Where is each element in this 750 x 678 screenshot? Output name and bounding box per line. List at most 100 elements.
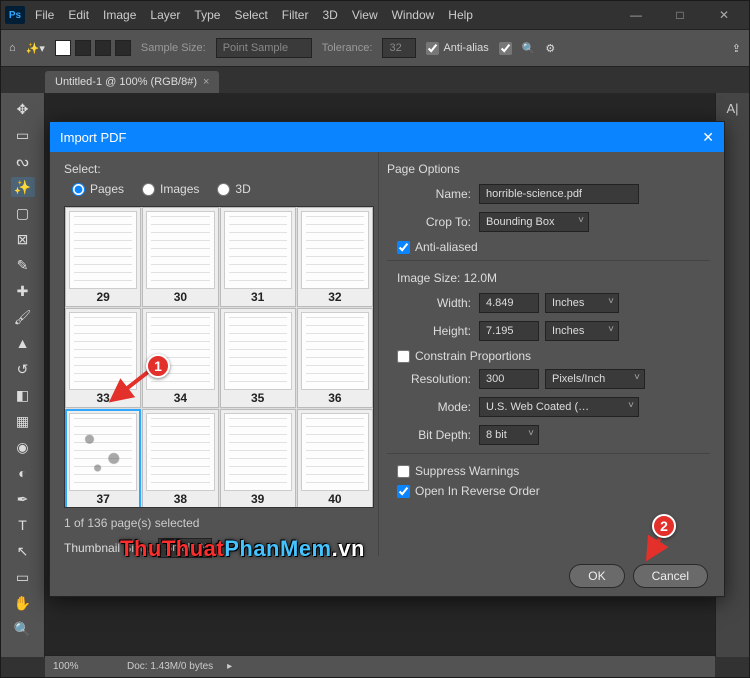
anti-aliased-label: Anti-aliased [415,240,478,254]
dialog-close-icon[interactable]: ✕ [702,129,714,146]
swatch-single-icon[interactable] [55,40,71,56]
menu-edit[interactable]: Edit [68,8,89,22]
page-thumb[interactable]: 32 [297,207,373,307]
anti-alias-checkbox[interactable]: Anti-alias [426,42,488,55]
crop-tool-icon[interactable]: ▢ [11,203,35,223]
eyedropper-tool-icon[interactable]: ✎ [11,255,35,275]
swatch-sub-icon[interactable] [95,40,111,56]
refine-icon[interactable]: ⚙ [545,42,555,55]
width-unit-combo[interactable]: Inches [545,293,619,313]
zoom-level[interactable]: 100% [53,661,113,672]
path-tool-icon[interactable]: ↖ [11,541,35,561]
swatch-add-icon[interactable] [75,40,91,56]
annotation-arrow-2 [642,534,672,564]
tolerance-label: Tolerance: [322,42,373,54]
search-icon[interactable]: 🔍 [522,42,536,55]
brush-tool-icon[interactable]: 🖌 [11,307,35,327]
swatch-int-icon[interactable] [115,40,131,56]
radio-3d[interactable]: 3D [217,182,250,196]
anti-aliased-checkbox[interactable] [397,241,410,254]
radio-images[interactable]: Images [142,182,199,196]
bit-depth-label: Bit Depth: [387,428,473,442]
dialog-left-pane: Select: Pages Images 3D 29 30 31 32 33 3… [50,152,378,556]
page-thumbnail-grid[interactable]: 29 30 31 32 33 34 35 36 37 38 39 40 [64,206,374,508]
menu-image[interactable]: Image [103,8,136,22]
marquee-tool-icon[interactable]: ▭ [11,125,35,145]
height-input[interactable] [479,321,539,341]
window-maximize-icon[interactable]: □ [665,8,695,22]
anti-alias-label: Anti-alias [443,42,488,54]
height-unit-combo[interactable]: Inches [545,321,619,341]
page-thumb[interactable]: 39 [220,409,296,508]
page-thumb[interactable]: 29 [65,207,141,307]
dialog-title-bar[interactable]: Import PDF ✕ [50,122,724,152]
page-thumb[interactable]: 36 [297,308,373,408]
menu-3d[interactable]: 3D [322,8,337,22]
eraser-tool-icon[interactable]: ◧ [11,385,35,405]
contiguous-checkbox[interactable] [499,42,512,55]
page-thumb[interactable]: 38 [142,409,218,508]
page-thumb[interactable]: 35 [220,308,296,408]
chevron-right-icon[interactable]: ▸ [227,661,232,672]
sample-size-label: Sample Size: [141,42,206,54]
name-input[interactable] [479,184,639,204]
type-tool-icon[interactable]: T [11,515,35,535]
move-tool-icon[interactable]: ✥ [11,99,35,119]
page-thumb[interactable]: 31 [220,207,296,307]
magic-wand-tool-icon[interactable]: ✨ [11,177,35,197]
shape-tool-icon[interactable]: ▭ [11,567,35,587]
ok-button[interactable]: OK [569,564,624,588]
menu-help[interactable]: Help [448,8,473,22]
page-thumb[interactable]: 30 [142,207,218,307]
width-label: Width: [387,296,473,310]
menu-window[interactable]: Window [392,8,435,22]
suppress-warnings-label: Suppress Warnings [415,464,519,478]
lasso-tool-icon[interactable]: ᔓ [11,151,35,171]
menu-type[interactable]: Type [194,8,220,22]
home-icon[interactable]: ⌂ [9,42,16,54]
window-close-icon[interactable]: ✕ [709,8,739,22]
character-panel-icon[interactable]: A| [726,101,738,116]
radio-pages[interactable]: Pages [72,182,124,196]
share-icon[interactable]: ⇪ [732,42,741,55]
resolution-unit-combo[interactable]: Pixels/Inch [545,369,645,389]
suppress-warnings-checkbox[interactable] [397,465,410,478]
menu-view[interactable]: View [352,8,378,22]
pen-tool-icon[interactable]: ✒ [11,489,35,509]
menu-file[interactable]: File [35,8,54,22]
page-options-heading: Page Options [387,162,710,176]
crop-to-combo[interactable]: Bounding Box [479,212,589,232]
options-bar: ⌂ ✨▾ Sample Size: Point Sample Tolerance… [1,29,749,67]
menu-filter[interactable]: Filter [282,8,309,22]
blur-tool-icon[interactable]: ◉ [11,437,35,457]
frame-tool-icon[interactable]: ⊠ [11,229,35,249]
tab-close-icon[interactable]: × [203,76,209,88]
gradient-tool-icon[interactable]: ▦ [11,411,35,431]
reverse-order-checkbox[interactable] [397,485,410,498]
hand-tool-icon[interactable]: ✋ [11,593,35,613]
page-thumb-selected[interactable]: 37 [65,409,141,508]
page-number: 34 [143,390,217,407]
app-logo: Ps [5,6,25,24]
menu-select[interactable]: Select [234,8,267,22]
bit-depth-combo[interactable]: 8 bit [479,425,539,445]
page-number: 36 [298,390,372,407]
sample-size-combo[interactable]: Point Sample [216,38,312,58]
watermark-part-1: ThuThuat [120,536,224,561]
tolerance-input[interactable]: 32 [382,38,416,58]
page-thumb[interactable]: 40 [297,409,373,508]
resolution-input[interactable] [479,369,539,389]
healing-tool-icon[interactable]: ✚ [11,281,35,301]
wand-tool-icon[interactable]: ✨▾ [26,42,45,55]
constrain-checkbox[interactable] [397,350,410,363]
zoom-tool-icon[interactable]: 🔍 [11,619,35,639]
dodge-tool-icon[interactable]: ◐ [11,463,35,483]
history-brush-tool-icon[interactable]: ↺ [11,359,35,379]
width-input[interactable] [479,293,539,313]
menu-layer[interactable]: Layer [150,8,180,22]
cancel-button[interactable]: Cancel [633,564,708,588]
document-tab[interactable]: Untitled-1 @ 100% (RGB/8#) × [45,71,219,93]
window-minimize-icon[interactable]: — [621,8,651,22]
mode-combo[interactable]: U.S. Web Coated (… [479,397,639,417]
stamp-tool-icon[interactable]: ▲ [11,333,35,353]
